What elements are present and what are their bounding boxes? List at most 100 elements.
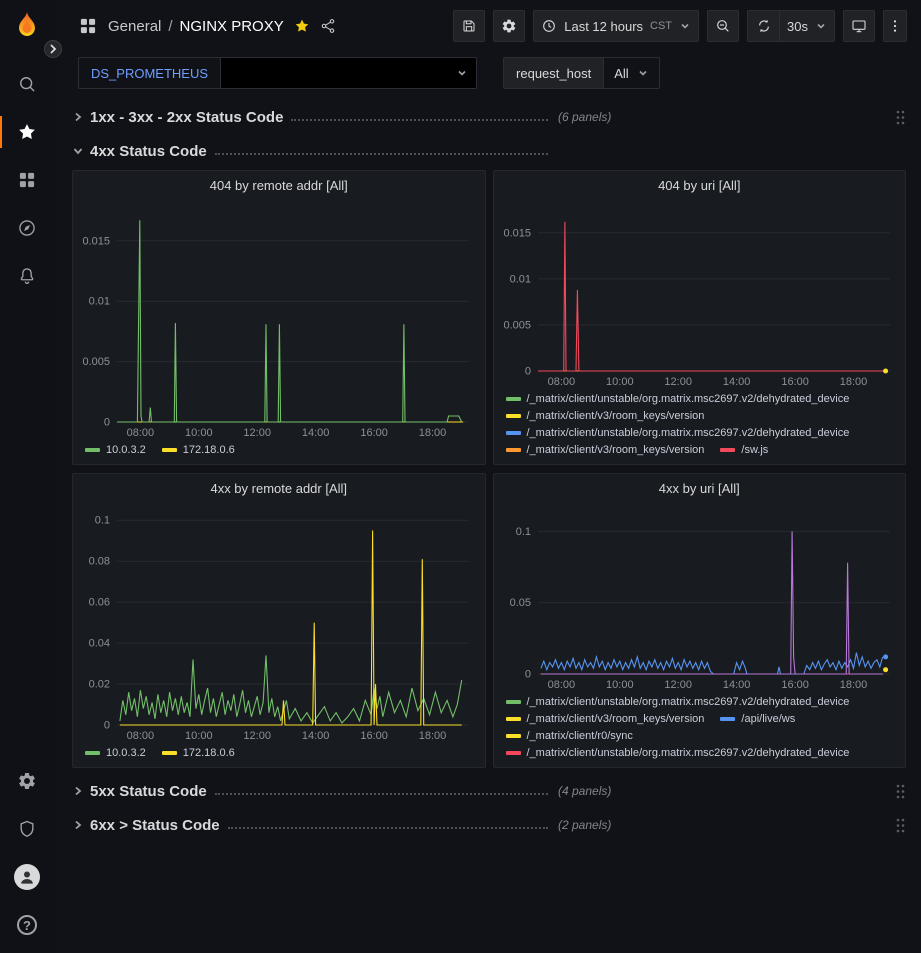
series-color-marker [506,397,521,401]
series-color-marker [506,717,521,721]
shield-icon [17,819,37,839]
variable-value-datasource[interactable] [221,57,477,89]
chart-svg: 00.050.108:0010:0012:0014:0016:0018:00 [494,502,906,692]
row-panel-count: (6 panels) [558,110,611,124]
svg-text:0.005: 0.005 [82,356,110,368]
row-title: 1xx - 3xx - 2xx Status Code [90,109,283,126]
legend-item[interactable]: 10.0.3.2 [85,442,146,458]
time-range-picker[interactable]: Last 12 hours CST [533,10,699,42]
sidebar-item-explore[interactable] [0,204,54,252]
sidebar: ? [0,0,54,953]
row-title-dots [291,119,548,121]
more-options-button[interactable] [883,10,907,42]
sidebar-item-dashboards[interactable] [0,156,54,204]
svg-text:0.1: 0.1 [95,515,110,527]
panel-title[interactable]: 4xx by uri [All] [494,474,906,502]
svg-text:18:00: 18:00 [839,679,867,691]
chevron-right-icon [72,785,84,797]
legend-item[interactable]: /_matrix/client/v3/room_keys/version [506,442,705,458]
refresh-interval-dropdown[interactable]: 30s [779,10,835,42]
legend-item[interactable]: /sw.js [720,442,768,458]
grafana-flame-icon [11,10,43,42]
share-icon[interactable] [320,18,336,34]
row-title-group: 4xx Status Code [72,143,548,160]
svg-text:08:00: 08:00 [547,679,575,691]
sidebar-item-starred[interactable] [0,108,54,156]
drag-handle[interactable] [895,783,906,803]
legend-item[interactable]: /_matrix/client/v3/room_keys/version [506,408,705,424]
legend-item[interactable]: /_matrix/client/unstable/org.matrix.msc2… [506,425,850,441]
sidebar-item-help[interactable]: ? [0,901,54,949]
sidebar-item-configuration[interactable] [0,757,54,805]
topbar-actions: Last 12 hours CST [453,10,907,42]
panel-title-text: 404 by uri [All] [658,178,740,193]
chevron-right-icon [47,43,59,55]
series-color-marker [506,700,521,704]
row-title-group: 1xx - 3xx - 2xx Status Code [72,109,548,126]
sidebar-item-alerting[interactable] [0,252,54,300]
sidebar-item-profile[interactable] [0,853,54,901]
panel-title[interactable]: 4xx by remote addr [All] [73,474,485,502]
legend-label: /_matrix/client/unstable/org.matrix.msc2… [527,391,850,407]
svg-text:14:00: 14:00 [722,679,750,691]
legend-label: 172.18.0.6 [183,745,235,761]
svg-text:12:00: 12:00 [664,679,692,691]
svg-text:16:00: 16:00 [781,376,809,388]
legend-item[interactable]: 172.18.0.6 [162,745,235,761]
svg-text:10:00: 10:00 [185,730,213,742]
row-header-1xx-3xx-2xx[interactable]: 1xx - 3xx - 2xx Status Code (6 panels) [72,102,906,132]
row-title-group: 6xx > Status Code [72,817,548,834]
row-title-dots [215,153,548,155]
tv-mode-button[interactable] [843,10,875,42]
legend-item[interactable]: /api/live/ws [720,711,795,727]
chart-legend: 10.0.3.2 172.18.0.6 [73,440,485,464]
svg-text:0: 0 [104,720,110,732]
chart-4xx-by-remote-addr[interactable]: 00.020.040.060.080.108:0010:0012:0014:00… [73,502,485,743]
save-dashboard-button[interactable] [453,10,485,42]
sidebar-item-server-admin[interactable] [0,805,54,853]
drag-handle[interactable] [895,817,906,837]
panel-title[interactable]: 404 by remote addr [All] [73,171,485,199]
chart-4xx-by-uri[interactable]: 00.050.108:0010:0012:0014:0016:0018:00 [494,502,906,692]
row-header-4xx[interactable]: 4xx Status Code [72,136,906,166]
legend-item[interactable]: /_matrix/client/unstable/org.matrix.msc2… [506,694,850,710]
legend-item[interactable]: /_matrix/client/v3/room_keys/version [506,711,705,727]
row-header-6xx[interactable]: 6xx > Status Code (2 panels) [72,810,906,840]
chart-404-by-uri[interactable]: 00.0050.010.01508:0010:0012:0014:0016:00… [494,199,906,389]
legend-label: 10.0.3.2 [106,442,146,458]
chevron-down-icon [679,20,691,32]
chart-404-by-remote-addr[interactable]: 00.0050.010.01508:0010:0012:0014:0016:00… [73,199,485,440]
breadcrumb-folder[interactable]: General [108,18,161,35]
chart-legend: 10.0.3.2 172.18.0.6 [73,743,485,767]
request-host-value-text: All [614,66,628,81]
breadcrumb-divider: / [168,18,172,35]
legend-item[interactable]: 172.18.0.6 [162,442,235,458]
variable-label-ds-prometheus[interactable]: DS_PROMETHEUS [78,57,221,89]
legend-item[interactable]: 10.0.3.2 [85,745,146,761]
grafana-logo[interactable] [11,10,43,42]
legend-item[interactable]: /_matrix/client/r0/sync [506,728,633,744]
favorite-star-icon[interactable] [294,18,310,34]
drag-handle[interactable] [895,109,906,129]
row-header-5xx[interactable]: 5xx Status Code (4 panels) [72,776,906,806]
legend-item[interactable]: /_matrix/client/unstable/org.matrix.msc2… [506,391,850,407]
refresh-button[interactable] [747,10,779,42]
series-color-marker [506,448,521,452]
zoom-out-time-button[interactable] [707,10,739,42]
refresh-group: 30s [747,10,835,42]
sidebar-expand-button[interactable] [44,40,62,58]
grafana-app: ? General / NGINX PROXY [0,0,921,953]
drag-dots-icon [895,817,906,834]
sidebar-item-search[interactable] [0,60,54,108]
panel-title[interactable]: 404 by uri [All] [494,171,906,199]
series-color-marker [506,414,521,418]
dashboard-settings-button[interactable] [493,10,525,42]
svg-text:16:00: 16:00 [360,730,388,742]
legend-item[interactable]: /_matrix/client/unstable/org.matrix.msc2… [506,745,850,761]
variable-label-request-host[interactable]: request_host [503,57,604,89]
chart-legend: /_matrix/client/unstable/org.matrix.msc2… [494,692,906,767]
series-color-marker [506,734,521,738]
page-title[interactable]: NGINX PROXY [180,18,284,35]
variable-value-request-host[interactable]: All [604,57,659,89]
series-color-marker [506,751,521,755]
